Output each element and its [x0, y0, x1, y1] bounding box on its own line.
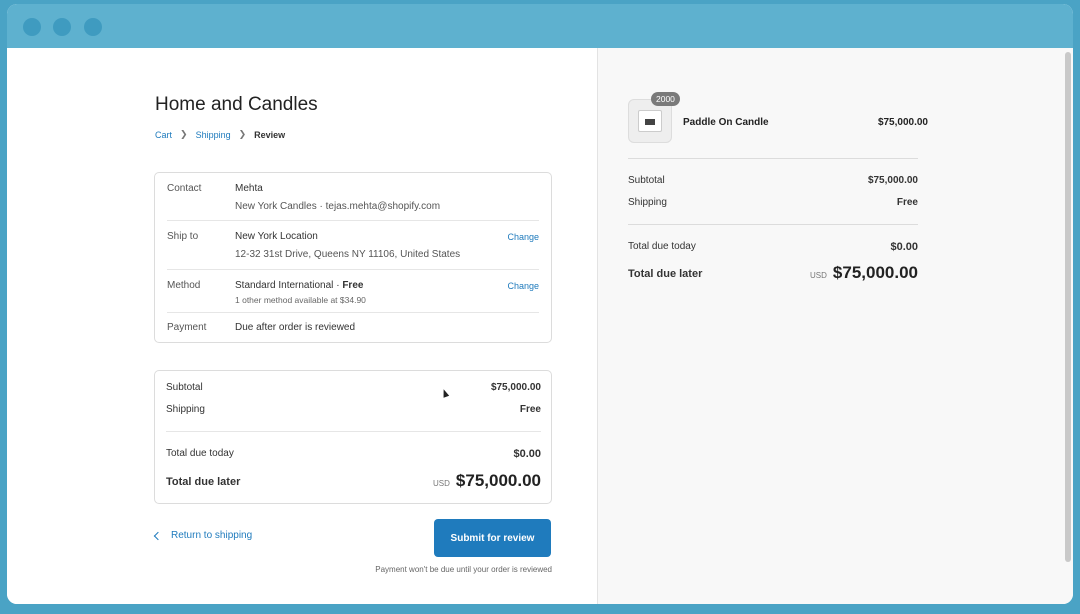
- contact-row: Contact Mehta New York Candles · tejas.m…: [167, 173, 539, 221]
- sidebar-shipping-label: Shipping: [628, 197, 667, 208]
- change-method-link[interactable]: Change: [507, 281, 539, 291]
- sidebar-divider-bottom: [628, 224, 918, 225]
- window-close-dot[interactable]: [23, 18, 41, 36]
- breadcrumb-review: Review: [254, 129, 286, 140]
- sidebar-due-later-value: $75,000.00: [832, 263, 918, 282]
- due-later-row: Total due later USD $75,000.00: [166, 471, 541, 495]
- sidebar-scrollbar[interactable]: [1065, 52, 1071, 562]
- sidebar-due-later-row: Total due later USD $75,000.00: [628, 263, 918, 287]
- payment-row: Payment Due after order is reviewed: [167, 313, 539, 344]
- sidebar-divider-top: [628, 158, 918, 159]
- return-to-shipping-label: Return to shipping: [171, 530, 253, 541]
- shipping-value: Free: [519, 404, 541, 415]
- order-summary-sidebar: 2000 Paddle On Candle $75,000.00 Subtota…: [597, 48, 1073, 604]
- sidebar-due-later-label: Total due later: [628, 268, 703, 280]
- contact-label: Contact: [167, 183, 202, 194]
- sidebar-subtotal-value: $75,000.00: [867, 175, 918, 186]
- breadcrumb-cart[interactable]: Cart: [155, 130, 172, 140]
- sidebar-currency-code: USD: [810, 271, 827, 280]
- ship-to-label: Ship to: [167, 231, 199, 242]
- breadcrumb: Cart ❯ Shipping ❯ Review: [155, 129, 285, 140]
- checkout-main: Home and Candles Cart ❯ Shipping ❯ Revie…: [7, 48, 597, 604]
- browser-window: Home and Candles Cart ❯ Shipping ❯ Revie…: [7, 4, 1073, 604]
- subtotal-label: Subtotal: [166, 382, 203, 393]
- return-to-shipping-link[interactable]: Return to shipping: [153, 530, 253, 541]
- submit-for-review-button[interactable]: Submit for review: [434, 519, 551, 557]
- ship-to-address: 12-32 31st Drive, Queens NY 11106, Unite…: [235, 249, 461, 260]
- chevron-left-icon: [153, 531, 163, 540]
- due-later-label: Total due later: [166, 476, 241, 488]
- method-name: Standard International: [235, 280, 334, 291]
- method-row: Method Standard International · Free 1 o…: [167, 270, 539, 313]
- method-separator: ·: [336, 280, 340, 291]
- chevron-right-icon: ❯: [180, 129, 188, 139]
- sidebar-due-today-value: $0.00: [890, 241, 918, 253]
- currency-code: USD: [433, 479, 450, 488]
- checkout-page: Home and Candles Cart ❯ Shipping ❯ Revie…: [7, 48, 1073, 604]
- method-price: Free: [342, 280, 364, 291]
- payment-label: Payment: [167, 322, 207, 333]
- due-today-value: $0.00: [513, 448, 541, 460]
- totals-box: Subtotal $75,000.00 Shipping Free Total …: [154, 370, 552, 504]
- breadcrumb-shipping[interactable]: Shipping: [196, 130, 231, 140]
- quantity-badge: 2000: [651, 92, 680, 106]
- due-later-amount: USD $75,000.00: [433, 471, 541, 491]
- contact-name: Mehta: [235, 183, 263, 194]
- ship-to-row: Ship to New York Location 12-32 31st Dri…: [167, 221, 539, 270]
- window-maximize-dot[interactable]: [84, 18, 102, 36]
- contact-detail: New York Candles · tejas.mehta@shopify.c…: [235, 201, 441, 212]
- method-value: Standard International · Free: [235, 280, 363, 291]
- method-note: 1 other method available at $34.90: [235, 295, 366, 305]
- ship-to-location: New York Location: [235, 231, 318, 242]
- chevron-right-icon: ❯: [238, 129, 247, 139]
- method-label: Method: [167, 280, 201, 291]
- window-titlebar: [7, 4, 1073, 48]
- due-later-value: $75,000.00: [455, 471, 541, 490]
- store-title: Home and Candles: [155, 94, 318, 115]
- shipping-label: Shipping: [166, 404, 205, 415]
- product-name: Paddle On Candle: [683, 117, 769, 128]
- sidebar-due-later-amount: USD $75,000.00: [810, 263, 918, 283]
- sidebar-subtotal-label: Subtotal: [628, 175, 665, 186]
- sidebar-due-today-label: Total due today: [628, 241, 696, 252]
- subtotal-value: $75,000.00: [490, 382, 541, 393]
- candle-box-icon: [638, 110, 662, 132]
- totals-divider: [166, 431, 541, 432]
- payment-value: Due after order is reviewed: [235, 322, 356, 333]
- payment-note: Payment won't be due until your order is…: [375, 565, 552, 574]
- review-summary-box: Contact Mehta New York Candles · tejas.m…: [154, 172, 552, 343]
- change-ship-to-link[interactable]: Change: [507, 232, 539, 242]
- product-price: $75,000.00: [877, 117, 928, 128]
- sidebar-shipping-value: Free: [896, 197, 918, 208]
- window-minimize-dot[interactable]: [53, 18, 71, 36]
- due-today-label: Total due today: [166, 448, 234, 459]
